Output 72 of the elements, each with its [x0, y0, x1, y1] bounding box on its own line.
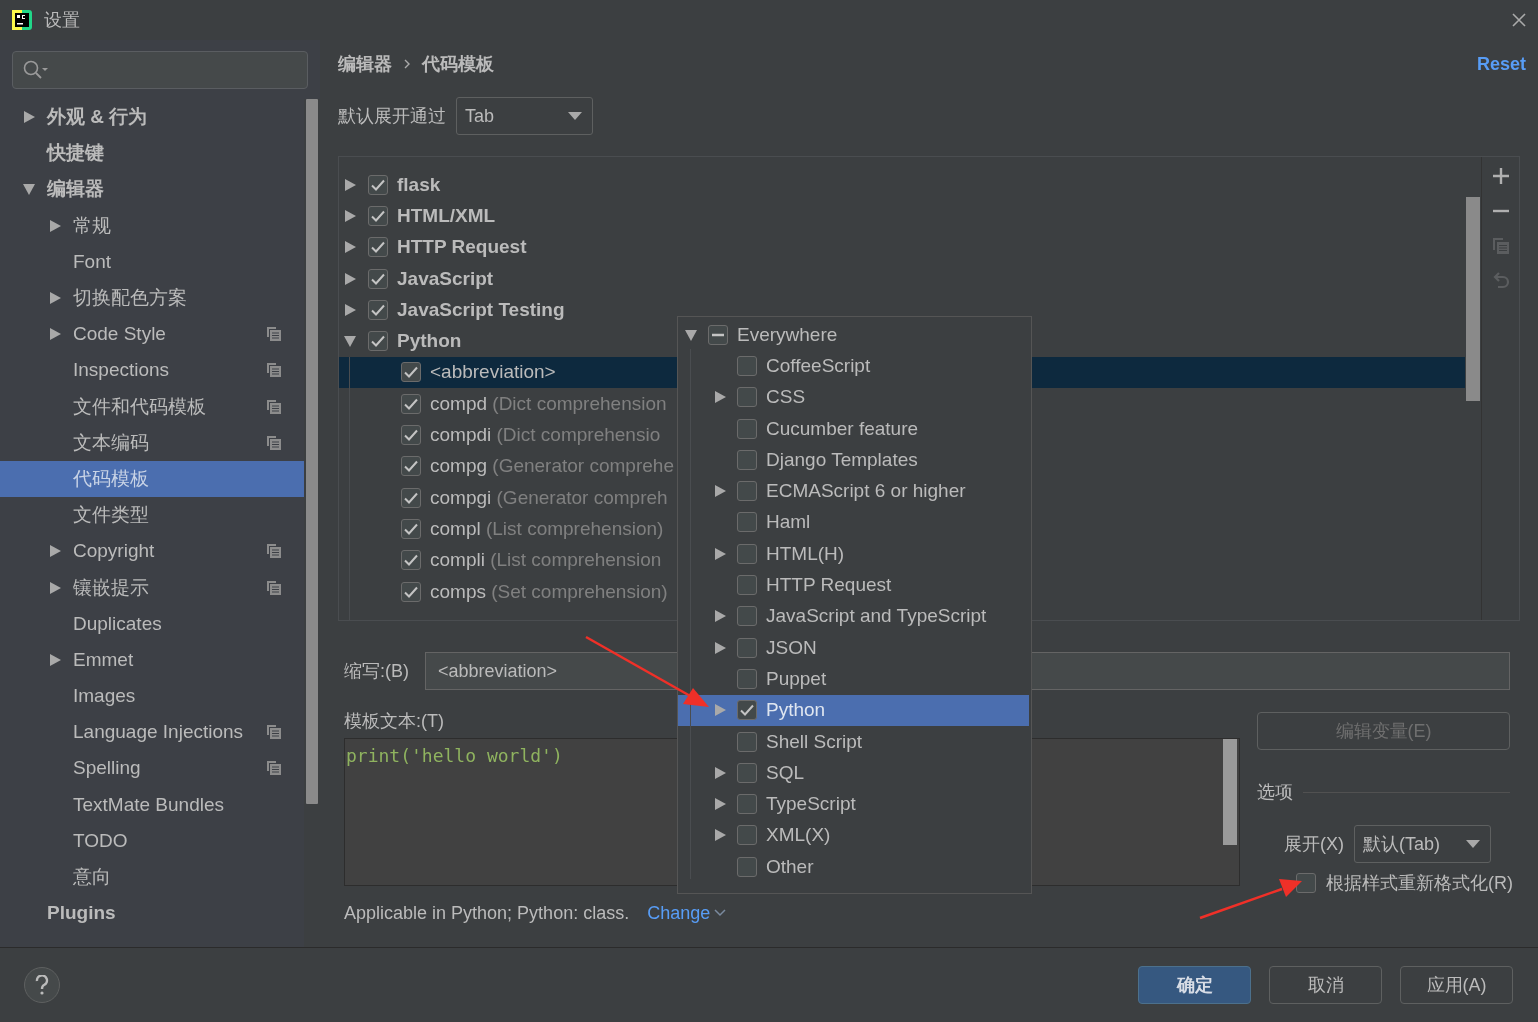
template-name: comps	[430, 580, 486, 603]
context-item-label: Other	[766, 855, 814, 878]
sidebar-item-label: Emmet	[73, 648, 135, 671]
context-item-label: XML(X)	[766, 824, 831, 847]
sidebar-item-label: Code Style	[73, 323, 167, 346]
sidebar-item-label: TextMate Bundles	[73, 793, 226, 816]
sidebar-item-label: 文件和代码模板	[73, 394, 207, 419]
options-heading: 选项	[1257, 781, 1293, 804]
template-name: compd	[430, 392, 488, 415]
template-group-label: Python	[397, 330, 462, 353]
template-group-label: JavaScript Testing	[397, 298, 565, 321]
template-name: <abbreviation>	[430, 361, 556, 384]
template-name: compg	[430, 455, 488, 478]
context-item-label: Shell Script	[766, 730, 863, 753]
sidebar-item-label: 快捷键	[47, 141, 105, 166]
template-description: (Dict comprehensio	[495, 424, 661, 446]
template-group-label: flask	[397, 173, 441, 196]
sidebar-item-label: TODO	[73, 829, 129, 852]
context-item-label: CSS	[766, 386, 806, 409]
template-description: (List comprehension)	[484, 517, 664, 540]
sidebar-item-label: Duplicates	[73, 612, 163, 635]
template-name: compgi	[430, 486, 492, 509]
applicable-context-text: Applicable in Python; Python: class.	[344, 902, 630, 924]
sidebar-item-label: 外观 & 行为	[47, 105, 149, 130]
context-item-label: Everywhere	[737, 323, 838, 346]
template-name: compli	[430, 549, 485, 572]
sidebar-item-label: Language Injections	[73, 721, 245, 744]
context-item-label: JavaScript and TypeScript	[766, 605, 987, 628]
template-description: (Generator comprehe	[491, 455, 674, 478]
breadcrumb-item: 编辑器	[338, 53, 392, 76]
sidebar-item-label: 文件类型	[73, 503, 150, 528]
expand-label: 默认展开通过	[338, 105, 446, 128]
template-group-label: HTTP Request	[397, 236, 527, 259]
sidebar-item-label: 切换配色方案	[73, 286, 188, 311]
breadcrumb-item: 代码模板	[422, 53, 494, 76]
context-item-label: Django Templates	[766, 448, 918, 471]
sidebar-item-label: 编辑器	[47, 177, 105, 202]
context-item-label: CoffeeScript	[766, 354, 871, 377]
sidebar-item-label: Images	[73, 685, 137, 708]
template-name: compdi	[430, 424, 492, 446]
template-description: (Dict comprehension	[491, 392, 667, 415]
context-item-label: HTML(H)	[766, 542, 845, 565]
context-item-label: Puppet	[766, 667, 827, 690]
context-item-label: JSON	[766, 636, 817, 659]
expand-label: 展开(X)	[1284, 833, 1344, 856]
context-item-label: Haml	[766, 511, 811, 534]
sidebar-item-label: Copyright	[73, 540, 156, 563]
context-item-label: HTTP Request	[766, 574, 892, 596]
window-title: 设置	[44, 9, 81, 32]
template-name: compl	[430, 517, 481, 540]
sidebar-item-label: 文本编码	[73, 430, 150, 455]
template-text-label: 模板文本:(T)	[344, 710, 444, 733]
reformat-label: 根据样式重新格式化(R)	[1326, 872, 1513, 895]
template-group-label: HTML/XML	[397, 204, 496, 227]
context-item-label: Cucumber feature	[766, 417, 919, 440]
context-item-label: Python	[766, 699, 826, 722]
sidebar-item-label: Inspections	[73, 359, 171, 382]
sidebar-item-label: Plugins	[47, 902, 117, 925]
template-description: (List comprehension	[489, 549, 662, 572]
sidebar-item-label: 意向	[73, 865, 112, 890]
context-item-label: SQL	[766, 761, 805, 784]
sidebar-item-label: 代码模板	[73, 466, 150, 491]
template-group-label: JavaScript	[397, 267, 494, 290]
sidebar-item-label: 镶嵌提示	[73, 575, 150, 600]
sidebar-item-label: Spelling	[73, 757, 142, 780]
sidebar-item-label: 常规	[73, 213, 112, 238]
template-description: (Generator compreh	[495, 486, 668, 509]
abbreviation-label: 缩写:(B)	[344, 660, 409, 683]
template-description: (Set comprehension)	[490, 580, 668, 603]
context-item-label: TypeScript	[766, 793, 856, 816]
sidebar-item-label: Font	[73, 250, 113, 273]
context-item-label: ECMAScript 6 or higher	[766, 480, 966, 503]
